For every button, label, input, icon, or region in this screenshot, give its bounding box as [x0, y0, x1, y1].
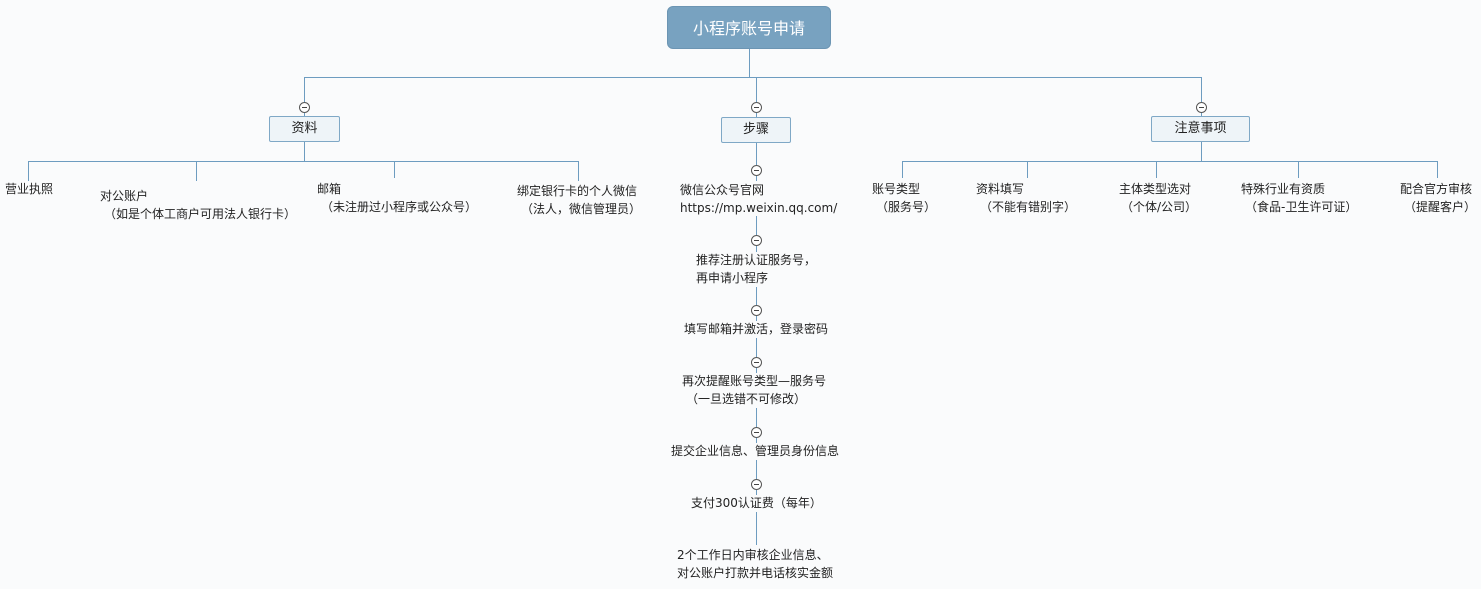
leaf-line-1: 微信公众号官网	[680, 183, 765, 197]
leaf-line-1: 主体类型选对	[1119, 182, 1192, 196]
branch-node-steps[interactable]: 步骤	[721, 117, 791, 143]
leaf-line-1: 提交企业信息、管理员身份信息	[671, 444, 840, 458]
collapse-toggle-icon[interactable]	[751, 305, 762, 316]
leaf-line-2: （一旦选错不可修改）	[686, 392, 807, 406]
leaf-line-2: （未注册过小程序或公众号）	[321, 200, 478, 214]
leaf-node[interactable]: 邮箱 （未注册过小程序或公众号）	[317, 180, 477, 216]
leaf-line-1: 账号类型	[872, 182, 921, 196]
leaf-node[interactable]: 微信公众号官网 https://mp.weixin.qq.com/	[680, 181, 837, 217]
leaf-line-1: 2个工作日内审核企业信息、	[677, 548, 829, 562]
leaf-line-1: 配合官方审核	[1400, 182, 1473, 196]
leaf-node[interactable]: 提交企业信息、管理员身份信息	[671, 442, 839, 460]
leaf-line-2: （食品-卫生许可证）	[1245, 200, 1358, 214]
collapse-toggle-icon[interactable]	[751, 357, 762, 368]
branch-node-notes[interactable]: 注意事项	[1151, 116, 1250, 142]
leaf-line-2: （个体/公司）	[1121, 200, 1198, 214]
leaf-line-2: （法人，微信管理员）	[521, 202, 642, 216]
leaf-node[interactable]: 特殊行业有资质 （食品-卫生许可证）	[1241, 180, 1357, 216]
leaf-node[interactable]: 账号类型 （服务号）	[872, 180, 936, 216]
leaf-line-2: 对公账户打款并电话核实金额	[677, 566, 834, 580]
collapse-toggle-icon[interactable]	[1196, 102, 1207, 113]
branch-node-materials[interactable]: 资料	[269, 116, 340, 142]
leaf-line-2: （服务号）	[876, 200, 937, 214]
leaf-line-1: 绑定银行卡的个人微信	[517, 184, 638, 198]
leaf-line-1: 对公账户	[100, 189, 149, 203]
collapse-toggle-icon[interactable]	[751, 235, 762, 246]
leaf-node[interactable]: 配合官方审核 （提醒客户）	[1400, 180, 1476, 216]
collapse-toggle-icon[interactable]	[751, 165, 762, 176]
leaf-node[interactable]: 2个工作日内审核企业信息、 对公账户打款并电话核实金额	[677, 546, 833, 582]
collapse-toggle-icon[interactable]	[751, 102, 762, 113]
leaf-line-2: （不能有错别字）	[980, 200, 1077, 214]
leaf-line-1: 邮箱	[317, 182, 342, 196]
leaf-line-1: 特殊行业有资质	[1241, 182, 1326, 196]
collapse-toggle-icon[interactable]	[299, 102, 310, 113]
leaf-node[interactable]: 资料填写 （不能有错别字）	[976, 180, 1076, 216]
leaf-node[interactable]: 支付300认证费（每年）	[691, 494, 822, 512]
root-node[interactable]: 小程序账号申请	[667, 6, 831, 49]
leaf-line-2: 再申请小程序	[696, 271, 769, 285]
leaf-line-1: 再次提醒账号类型—服务号	[682, 374, 827, 388]
leaf-line-1: 营业执照	[5, 182, 54, 196]
leaf-node[interactable]: 对公账户 （如是个体工商户可用法人银行卡）	[100, 187, 296, 223]
leaf-line-1: 支付300认证费（每年）	[691, 496, 822, 510]
leaf-node[interactable]: 营业执照	[5, 180, 53, 198]
leaf-line-2: （如是个体工商户可用法人银行卡）	[104, 207, 297, 221]
leaf-line-1: 填写邮箱并激活，登录密码	[684, 322, 829, 336]
collapse-toggle-icon[interactable]	[751, 427, 762, 438]
leaf-line-1: 推荐注册认证服务号，	[696, 253, 817, 267]
leaf-line-1: 资料填写	[976, 182, 1025, 196]
collapse-toggle-icon[interactable]	[751, 479, 762, 490]
leaf-line-2: https://mp.weixin.qq.com/	[680, 201, 838, 215]
leaf-node[interactable]: 填写邮箱并激活，登录密码	[684, 320, 828, 338]
leaf-node[interactable]: 主体类型选对 （个体/公司）	[1119, 180, 1197, 216]
leaf-node[interactable]: 再次提醒账号类型—服务号 （一旦选错不可修改）	[682, 372, 826, 408]
leaf-line-2: （提醒客户）	[1404, 200, 1477, 214]
leaf-node[interactable]: 推荐注册认证服务号， 再申请小程序	[696, 251, 816, 287]
leaf-node[interactable]: 绑定银行卡的个人微信 （法人，微信管理员）	[517, 182, 641, 218]
